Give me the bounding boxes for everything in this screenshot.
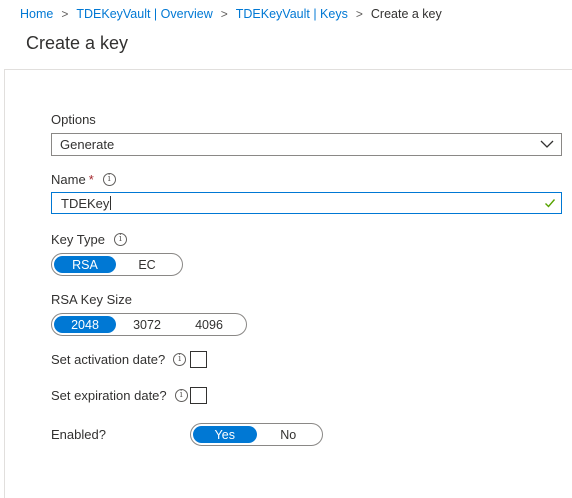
options-label: Options	[51, 112, 96, 127]
name-input-value: TDEKey	[61, 195, 110, 211]
page-title: Create a key	[26, 33, 129, 53]
enabled-label-text: Enabled?	[51, 427, 106, 442]
expiration-date-label: Set expiration date? i	[51, 388, 188, 403]
breadcrumb: Home > TDEKeyVault | Overview > TDEKeyVa…	[20, 6, 442, 22]
rsa-key-size-option-2048[interactable]: 2048	[54, 316, 116, 333]
activation-date-info-icon[interactable]: i	[173, 353, 187, 366]
expiration-date-info-icon[interactable]: i	[174, 389, 188, 402]
name-label-text: Name	[51, 172, 86, 187]
options-dropdown-value: Generate	[60, 137, 115, 152]
enabled-option-yes[interactable]: Yes	[193, 426, 257, 443]
rsa-key-size-option-4096[interactable]: 4096	[178, 316, 240, 333]
activation-date-label-text: Set activation date?	[51, 352, 166, 367]
breadcrumb-separator: >	[220, 7, 228, 21]
expiration-date-checkbox[interactable]	[190, 387, 207, 404]
activation-date-checkbox[interactable]	[190, 351, 207, 368]
chevron-down-icon	[540, 140, 554, 148]
breadcrumb-current: Create a key	[370, 7, 442, 21]
required-marker: *	[88, 172, 94, 187]
key-type-toggle: RSA EC	[51, 253, 183, 276]
name-info-icon[interactable]: i	[102, 173, 116, 186]
rsa-key-size-toggle: 2048 3072 4096	[51, 313, 247, 336]
activation-date-label: Set activation date? i	[51, 352, 187, 367]
rsa-key-size-label: RSA Key Size	[51, 292, 132, 307]
rsa-key-size-label-text: RSA Key Size	[51, 292, 132, 307]
key-type-option-ec[interactable]: EC	[116, 256, 178, 273]
breadcrumb-vault-overview[interactable]: TDEKeyVault | Overview	[76, 7, 212, 21]
options-dropdown[interactable]: Generate	[51, 133, 562, 156]
enabled-toggle: Yes No	[190, 423, 323, 446]
text-caret	[110, 196, 112, 210]
breadcrumb-home[interactable]: Home	[20, 7, 53, 21]
breadcrumb-separator: >	[61, 7, 69, 21]
breadcrumb-separator: >	[355, 7, 363, 21]
enabled-label: Enabled?	[51, 427, 106, 442]
key-type-info-icon[interactable]: i	[113, 233, 127, 246]
breadcrumb-vault-keys[interactable]: TDEKeyVault | Keys	[236, 7, 348, 21]
name-label: Name * i	[51, 172, 116, 187]
name-input[interactable]: TDEKey	[51, 192, 562, 214]
options-label-text: Options	[51, 112, 96, 127]
key-type-label-text: Key Type	[51, 232, 105, 247]
key-type-label: Key Type i	[51, 232, 127, 247]
enabled-option-no[interactable]: No	[257, 426, 321, 443]
rsa-key-size-option-3072[interactable]: 3072	[116, 316, 178, 333]
expiration-date-label-text: Set expiration date?	[51, 388, 167, 403]
key-type-option-rsa[interactable]: RSA	[54, 256, 116, 273]
checkmark-icon	[545, 199, 556, 208]
